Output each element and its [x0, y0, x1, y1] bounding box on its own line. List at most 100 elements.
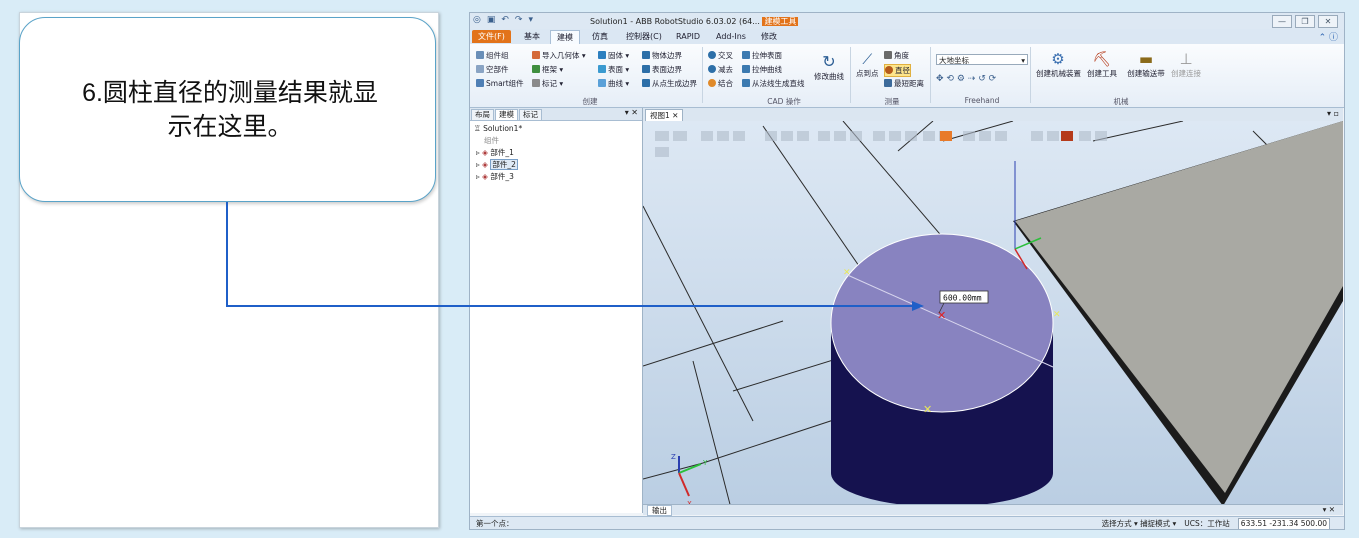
create-tool-button[interactable]: ⛏ 创建工具: [1086, 50, 1118, 79]
status-prompt: 第一个点：: [476, 519, 514, 528]
modify-curve-button[interactable]: ↻ 修改曲线: [814, 52, 844, 82]
ucs-label: UCS：工作站: [1184, 519, 1230, 528]
tab-addins[interactable]: Add-Ins: [710, 30, 752, 43]
line-from-normal-button[interactable]: 从法线生成直线: [742, 78, 805, 89]
tab-controller[interactable]: 控制器(C): [620, 30, 668, 43]
panel-tab-tags[interactable]: 标记: [519, 109, 542, 121]
scene-svg: ✕ ✕ ✕ ✕ 600.00mm Z Y X: [643, 121, 1343, 508]
reference-frame-select[interactable]: 大地坐标 ▾: [936, 54, 1028, 65]
cursor-coordinates: 633.51 -231.34 500.00: [1237, 518, 1330, 529]
status-right: 选择方式 ▾ 捕捉模式 ▾ UCS：工作站 633.51 -231.34 500…: [1102, 517, 1330, 529]
close-button[interactable]: ✕: [1318, 15, 1338, 28]
surface-button[interactable]: 表面 ▾: [598, 64, 629, 75]
create-conveyor-button[interactable]: ▬ 创建输送带: [1126, 50, 1166, 79]
tree-item[interactable]: ▹ ◈ 部件_3: [474, 171, 522, 183]
import-geometry-button[interactable]: 导入几何体 ▾: [532, 50, 586, 61]
3d-viewport[interactable]: 视图1 ✕ ▾ ▫ ✕ ✕ ✕ ✕ 600.00mm Z Y: [643, 108, 1343, 508]
help-icon[interactable]: ⌃ ⓘ: [1319, 30, 1338, 43]
tab-home[interactable]: 基本: [518, 30, 546, 43]
move-icon[interactable]: ✥: [936, 74, 944, 84]
gears-icon: ⚙: [1051, 50, 1065, 68]
undo-icon[interactable]: ↶: [501, 15, 509, 25]
extrude-curve-button[interactable]: 拉伸曲线: [742, 64, 782, 75]
import-geometry-icon: [532, 51, 540, 59]
union-button[interactable]: 结合: [708, 78, 733, 89]
group-separator: [1030, 47, 1031, 103]
create-connection-button[interactable]: ⊥ 创建连接: [1170, 50, 1202, 79]
view-tab-bar: 视图1 ✕ ▾ ▫: [643, 108, 1343, 122]
tree-item[interactable]: ▹ ◈ 部件_2: [474, 159, 522, 171]
freehand-tools[interactable]: ✥ ⟲ ⚙ ⇢ ↺ ⟳: [936, 74, 996, 84]
angle-button[interactable]: 角度: [884, 50, 909, 61]
output-pin-icon[interactable]: ▾ ✕: [1319, 505, 1339, 514]
save-icon[interactable]: ▣: [487, 15, 496, 25]
extrude-surface-button[interactable]: 拉伸表面: [742, 50, 782, 61]
frame-icon: [532, 65, 540, 73]
intersect-button[interactable]: 交叉: [708, 50, 733, 61]
body-border-button[interactable]: 物体边界: [642, 50, 682, 61]
min-distance-button[interactable]: 最短距离: [884, 78, 924, 89]
measure-stop-icon[interactable]: [1061, 131, 1073, 141]
output-panel: 输出 ▾ ✕: [643, 504, 1343, 516]
jog-linear-icon[interactable]: ⇢: [968, 74, 976, 84]
tree-root[interactable]: ♖ Solution1*: [474, 123, 522, 135]
empty-part-button[interactable]: 空部件: [476, 64, 509, 75]
jog-reorient-icon[interactable]: ↺: [978, 74, 986, 84]
app-logo-icon[interactable]: ◎: [473, 15, 481, 25]
frame-button[interactable]: 框架 ▾: [532, 64, 563, 75]
group-separator: [930, 47, 931, 103]
part-icon: ◈: [482, 160, 488, 169]
tag-button[interactable]: 标记 ▾: [532, 78, 563, 89]
cylinder-top-face[interactable]: [830, 233, 1054, 413]
tab-modify[interactable]: 修改: [755, 30, 783, 43]
smart-component-icon: [476, 79, 484, 87]
point-to-point-button[interactable]: ⟋ 点到点: [856, 52, 879, 79]
redo-icon[interactable]: ↷: [515, 15, 523, 25]
empty-part-icon: [476, 65, 484, 73]
view-controls-icon[interactable]: ▾ ▫: [1327, 109, 1339, 118]
jog-joint-icon[interactable]: ⚙: [957, 74, 965, 84]
quick-access-toolbar: ◎ ▣ ↶ ↷ ▾: [473, 15, 533, 25]
model-tree: ♖ Solution1* 组件 ▹ ◈ 部件_1 ▹ ◈ 部件_2 ▹ ◈ 部件…: [474, 123, 522, 183]
minimize-button[interactable]: —: [1272, 15, 1292, 28]
selection-mode[interactable]: 选择方式 ▾ 捕捉模式 ▾: [1102, 517, 1177, 529]
rotate-icon[interactable]: ⟲: [946, 74, 954, 84]
surface-border-icon: [642, 65, 650, 73]
axis-label-z: Z: [671, 453, 676, 461]
create-mechanism-button[interactable]: ⚙ 创建机械装置: [1036, 50, 1081, 79]
smart-component-button[interactable]: Smart组件: [476, 78, 524, 89]
modify-curve-icon: ↻: [822, 52, 836, 71]
tab-file[interactable]: 文件(F): [472, 30, 511, 43]
component-group-button[interactable]: 组件组: [476, 50, 509, 61]
multi-robot-jog-icon[interactable]: ⟳: [989, 74, 997, 84]
maximize-button[interactable]: ❐: [1295, 15, 1315, 28]
tab-rapid[interactable]: RAPID: [670, 30, 706, 43]
tab-modeling[interactable]: 建模: [550, 30, 580, 44]
point-to-point-icon: ⟋: [862, 52, 873, 68]
step-number: 6.: [82, 79, 103, 107]
window-controls: — ❐ ✕: [1272, 15, 1338, 28]
border-from-points-button[interactable]: 从点生成边界: [642, 78, 697, 89]
curve-button[interactable]: 曲线 ▾: [598, 78, 629, 89]
surface-border-button[interactable]: 表面边界: [642, 64, 682, 75]
border-from-points-icon: [642, 79, 650, 87]
diameter-button[interactable]: 直径: [884, 64, 911, 77]
group-label-cad: CAD 操作: [767, 97, 801, 106]
tab-simulation[interactable]: 仿真: [586, 30, 614, 43]
context-badge: 建模工具: [762, 17, 799, 26]
panel-tab-layout[interactable]: 布局: [471, 109, 494, 121]
solid-button[interactable]: 固体 ▾: [598, 50, 629, 61]
diameter-snap-icon[interactable]: [940, 131, 952, 141]
tree-group-components: 组件: [484, 136, 499, 145]
measurement-label: 600.00mm: [943, 294, 982, 303]
panel-pin-icon[interactable]: ▾ ✕: [625, 108, 638, 117]
panel-tab-modeling[interactable]: 建模: [495, 109, 518, 121]
window-title: Solution1 - ABB RobotStudio 6.03.02 (64.…: [590, 17, 799, 26]
ribbon: 组件组 空部件 Smart组件 导入几何体 ▾ 框架 ▾ 标记 ▾ 固体 ▾ 表…: [470, 44, 1344, 108]
curve-icon: [598, 79, 606, 87]
tool-icon: ⛏: [1092, 50, 1112, 68]
customize-icon[interactable]: ▾: [528, 15, 533, 25]
subtract-button[interactable]: 减去: [708, 64, 733, 75]
tree-item[interactable]: ▹ ◈ 部件_1: [474, 147, 522, 159]
output-tab[interactable]: 输出: [647, 505, 672, 516]
